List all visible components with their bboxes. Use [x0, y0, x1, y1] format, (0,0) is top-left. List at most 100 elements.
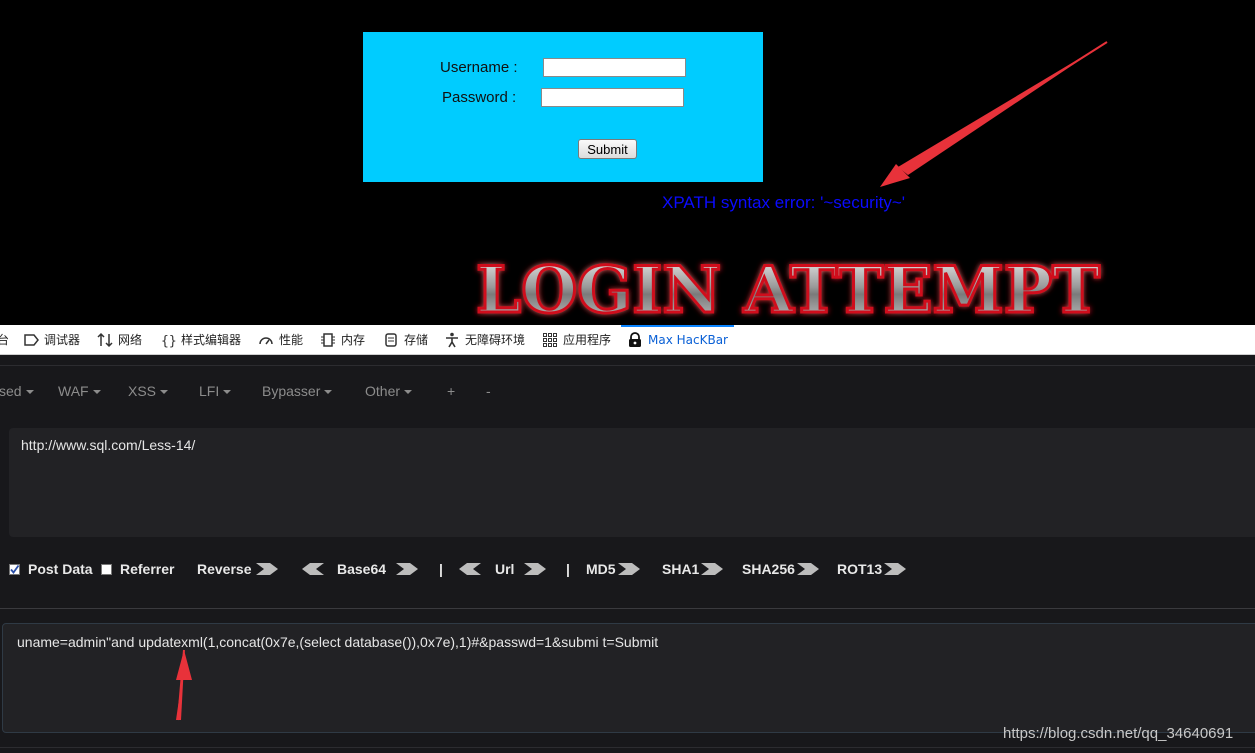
remove-button[interactable]: - — [486, 383, 491, 399]
md5-label: MD5 — [586, 561, 616, 577]
menu-bypasser[interactable]: Bypasser — [262, 383, 333, 399]
tab-label: 存储 — [404, 333, 429, 347]
tab-debugger[interactable]: 调试器 — [23, 325, 80, 354]
chevron-down-icon — [324, 390, 333, 395]
referrer-option[interactable]: Referrer — [101, 559, 174, 579]
url-input[interactable]: http://www.sql.com/Less-14/ — [9, 428, 1255, 537]
separator: | — [566, 561, 570, 577]
style-editor-icon: {} — [160, 332, 177, 349]
menu-label: sed — [0, 383, 22, 399]
post-data-checkbox[interactable] — [9, 563, 20, 575]
login-form: Username : Password : Submit — [363, 32, 763, 182]
decode-left-button[interactable] — [298, 559, 324, 579]
application-icon — [542, 332, 558, 348]
rot13-label: ROT13 — [837, 561, 883, 577]
network-icon — [97, 332, 113, 348]
tab-label: 台 — [0, 333, 10, 347]
login-attempt-banner: LOGIN ATTEMPT — [463, 252, 1113, 330]
submit-button[interactable]: Submit — [578, 139, 637, 159]
error-message: XPATH syntax error: '~security~' — [662, 193, 905, 212]
url-label: Url — [495, 561, 515, 577]
menu-other[interactable]: Other — [365, 383, 413, 399]
url-decode-button[interactable] — [455, 559, 481, 579]
tab-accessibility[interactable]: 无障碍环境 — [444, 325, 525, 354]
chevron-right-icon — [617, 563, 640, 575]
post-data-input[interactable]: uname=admin"and updatexml(1,concat(0x7e,… — [2, 623, 1255, 733]
tab-memory[interactable]: 内存 — [320, 325, 365, 354]
chevron-right-icon — [524, 563, 547, 575]
menu-waf[interactable]: WAF — [58, 383, 101, 399]
chevron-left-icon — [302, 563, 324, 575]
password-label: Password : — [442, 89, 517, 106]
username-label: Username : — [440, 59, 518, 76]
web-page: Username : Password : Submit XPATH synta… — [0, 0, 1255, 330]
chevron-down-icon — [25, 390, 34, 395]
watermark: https://blog.csdn.net/qq_34640691 — [1003, 725, 1234, 742]
tab-max-hackbar[interactable]: Max HacKBar — [627, 325, 728, 354]
chevron-right-icon — [796, 563, 819, 575]
lock-icon — [627, 331, 643, 348]
username-input[interactable] — [543, 58, 686, 77]
sha1-label: SHA1 — [662, 561, 700, 577]
tab-label: 内存 — [341, 333, 366, 347]
base64-label: Base64 — [337, 561, 387, 577]
reverse-label: Reverse — [197, 561, 252, 577]
rot13-button[interactable]: ROT13 — [837, 559, 907, 579]
chevron-down-icon — [223, 390, 232, 395]
sha256-button[interactable]: SHA256 — [742, 559, 819, 579]
tab-label: Max HacKBar — [648, 332, 728, 347]
chevron-right-icon — [884, 563, 907, 575]
banner-text: LOGIN ATTEMPT — [476, 253, 1100, 328]
md5-button[interactable]: MD5 — [586, 559, 640, 579]
password-input[interactable] — [541, 88, 684, 107]
menu-label: LFI — [199, 383, 220, 399]
post-data-option[interactable]: Post Data — [9, 559, 93, 579]
chevron-left-icon — [459, 563, 481, 575]
base64-button[interactable]: Base64 — [337, 559, 419, 579]
storage-icon — [383, 332, 399, 348]
chevron-right-icon — [255, 563, 278, 575]
performance-icon — [258, 332, 274, 348]
chevron-right-icon — [701, 563, 724, 575]
tab-label: 应用程序 — [563, 333, 612, 347]
sha256-label: SHA256 — [742, 561, 795, 577]
chevron-right-icon — [396, 563, 419, 575]
separator: | — [439, 561, 443, 577]
referrer-checkbox[interactable] — [101, 563, 112, 575]
menu-xss[interactable]: XSS — [128, 383, 169, 399]
tab-application[interactable]: 应用程序 — [542, 325, 611, 354]
tab-network[interactable]: 网络 — [97, 325, 142, 354]
menu-label: Other — [365, 383, 401, 399]
chevron-down-icon — [160, 390, 169, 395]
tab-performance[interactable]: 性能 — [258, 325, 303, 354]
menu-lfi[interactable]: LFI — [199, 383, 232, 399]
hackbar-panel: sed WAF XSS LFI Bypasser Other + - http:… — [0, 355, 1255, 753]
post-data-label: Post Data — [28, 561, 93, 577]
svg-text:{}: {} — [161, 334, 176, 348]
banner-graphic: LOGIN ATTEMPT — [475, 252, 1102, 330]
divider — [0, 365, 1255, 366]
sha1-button[interactable]: SHA1 — [662, 559, 724, 579]
chevron-down-icon — [92, 390, 101, 395]
tab-label: 性能 — [279, 333, 304, 347]
menu-sqli[interactable]: sed — [0, 383, 34, 399]
divider — [0, 608, 1255, 609]
menu-label: Bypasser — [262, 383, 321, 399]
accessibility-icon — [444, 332, 460, 348]
menu-label: WAF — [58, 383, 89, 399]
tab-label: 无障碍环境 — [465, 333, 526, 347]
tab-console[interactable]: 台 — [0, 325, 9, 354]
debugger-icon — [23, 332, 39, 348]
url-encode-button[interactable]: Url — [495, 559, 547, 579]
active-tab-indicator — [621, 325, 734, 327]
reverse-button[interactable]: Reverse — [197, 559, 278, 579]
devtools-toolbar: 台 调试器 网络 {} 样式编辑器 性能 内存 存储 无障碍环境 应用程序 Ma… — [0, 325, 1255, 355]
memory-icon — [320, 332, 336, 348]
tab-label: 调试器 — [44, 333, 81, 347]
referrer-label: Referrer — [120, 561, 175, 577]
tab-style-editor[interactable]: {} 样式编辑器 — [160, 325, 241, 354]
chevron-down-icon — [404, 390, 413, 395]
menu-label: XSS — [128, 383, 157, 399]
add-button[interactable]: + — [447, 383, 455, 399]
tab-storage[interactable]: 存储 — [383, 325, 428, 354]
